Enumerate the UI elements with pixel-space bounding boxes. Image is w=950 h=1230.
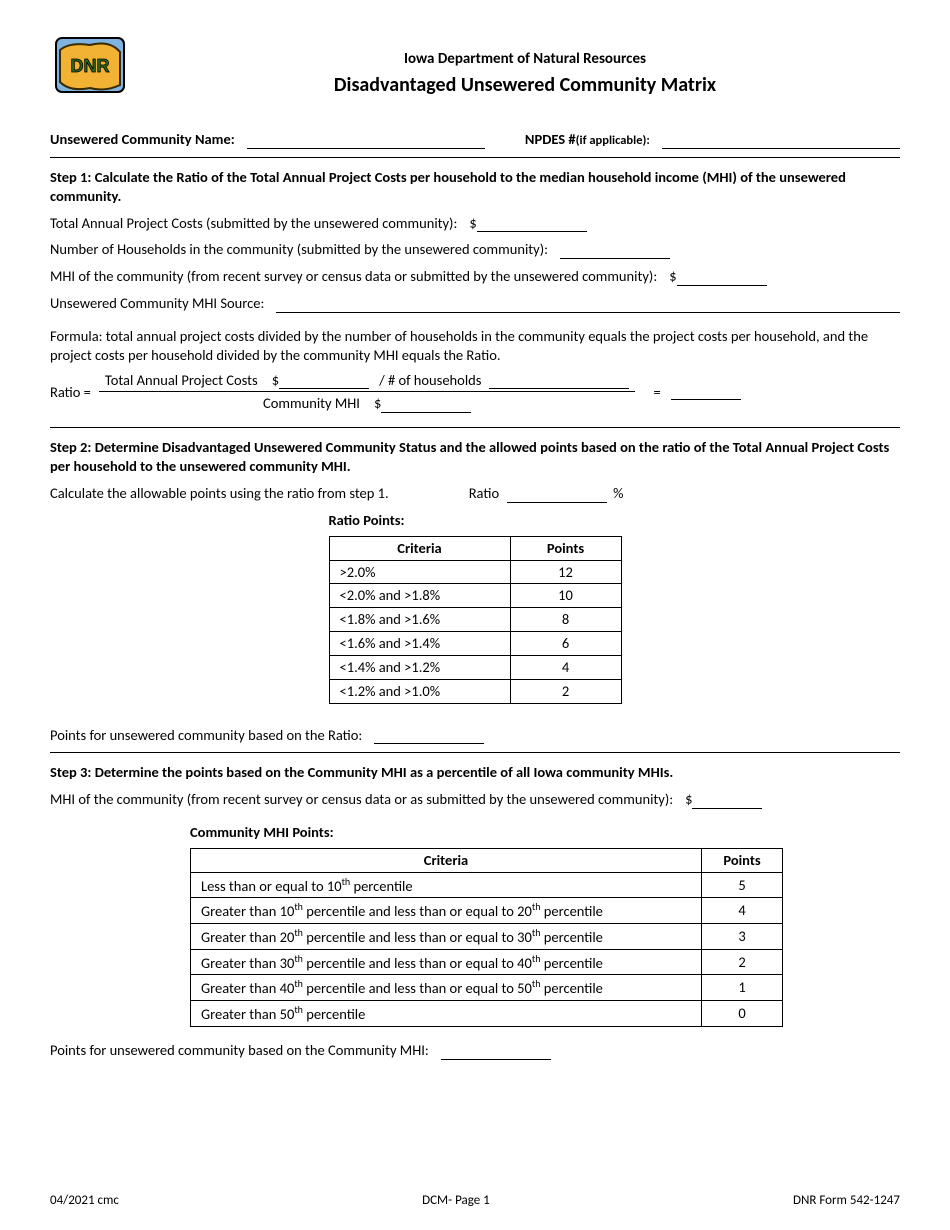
table-row: Greater than 20th percentile and less th… (191, 924, 783, 950)
households-field[interactable] (560, 242, 670, 259)
ratio-equals-label: Ratio = (50, 383, 91, 402)
step1-heading: Step 1: Calculate the Ratio of the Total… (50, 168, 900, 206)
community-name-row: Unsewered Community Name: NPDES # (if ap… (50, 130, 900, 149)
points-header: Points (510, 536, 621, 560)
mhi-field[interactable] (677, 269, 767, 286)
dollar-sign: $ (669, 267, 676, 286)
footer-right: DNR Form 542-1247 (793, 1193, 900, 1210)
npdes-note: (if applicable): (576, 133, 650, 149)
npdes-label: NPDES # (525, 130, 576, 149)
frac-households: / # of households (379, 371, 481, 390)
step2-calc-line: Calculate the allowable points using the… (50, 484, 389, 503)
npdes-field[interactable] (662, 132, 900, 149)
percent-sign: % (613, 484, 623, 503)
table-row: <2.0% and >1.8%10 (329, 584, 621, 608)
table-row: Greater than 10th percentile and less th… (191, 898, 783, 924)
mhi-points-line: Points for unsewered community based on … (50, 1041, 429, 1060)
mhi-source-label: Unsewered Community MHI Source: (50, 294, 264, 313)
ratio-points-caption: Ratio Points: (329, 511, 622, 530)
divider (50, 157, 900, 158)
divider (50, 427, 900, 428)
step3-mhi-line: MHI of the community (from recent survey… (50, 790, 673, 809)
frac-households-field[interactable] (489, 373, 629, 390)
table-row: <1.4% and >1.2%4 (329, 655, 621, 679)
tapc-label: Total Annual Project Costs (submitted by… (50, 214, 457, 233)
table-row: Greater than 50th percentile0 (191, 1001, 783, 1027)
mhi-points-field[interactable] (441, 1043, 551, 1060)
document-header: DNR Iowa Department of Natural Resources… (50, 30, 900, 100)
ratio-formula: Ratio = Total Annual Project Costs $ / #… (50, 371, 900, 414)
frac-tapc: Total Annual Project Costs (105, 371, 258, 390)
mhi-points-table: Criteria Points Less than or equal to 10… (190, 848, 783, 1027)
ratio-label: Ratio (469, 484, 499, 503)
table-row: Greater than 40th percentile and less th… (191, 975, 783, 1001)
dollar-sign: $ (685, 790, 692, 809)
step3-heading: Step 3: Determine the points based on th… (50, 763, 900, 782)
mhi-points-caption: Community MHI Points: (190, 823, 900, 842)
footer-left: 04/2021 cmc (50, 1193, 119, 1210)
step3-mhi-field[interactable] (692, 792, 762, 809)
frac-mhi-field[interactable] (381, 396, 471, 413)
ratio-points-table: Criteria Points >2.0%12 <2.0% and >1.8%1… (329, 536, 622, 704)
table-header-row: Criteria Points (329, 536, 621, 560)
footer-center: DCM- Page 1 (422, 1193, 490, 1210)
svg-text:DNR: DNR (71, 56, 110, 76)
divider (50, 752, 900, 753)
points-header: Points (702, 848, 783, 872)
households-label: Number of Households in the community (s… (50, 240, 548, 259)
mhi-label: MHI of the community (from recent survey… (50, 267, 657, 286)
table-row: <1.8% and >1.6%8 (329, 608, 621, 632)
table-row: <1.6% and >1.4%6 (329, 632, 621, 656)
dnr-logo: DNR (50, 30, 130, 100)
criteria-header: Criteria (191, 848, 702, 872)
dollar-sign: $ (374, 394, 381, 413)
table-header-row: Criteria Points (191, 848, 783, 872)
frac-tapc-field[interactable] (279, 373, 369, 390)
department-name: Iowa Department of Natural Resources (150, 50, 900, 70)
community-name-label: Unsewered Community Name: (50, 130, 235, 149)
dollar-sign: $ (469, 214, 476, 233)
tapc-field[interactable] (477, 215, 587, 232)
dollar-sign: $ (272, 371, 279, 390)
ratio-result-field[interactable] (671, 383, 741, 400)
community-name-field[interactable] (247, 132, 485, 149)
frac-mhi: Community MHI (263, 394, 360, 413)
table-row: >2.0%12 (329, 560, 621, 584)
ratio-percent-field[interactable] (507, 486, 607, 503)
equals-sign: = (653, 383, 660, 402)
table-row: Greater than 30th percentile and less th… (191, 949, 783, 975)
criteria-header: Criteria (329, 536, 510, 560)
document-title: Disadvantaged Unsewered Community Matrix (150, 72, 900, 98)
formula-description: Formula: total annual project costs divi… (50, 327, 900, 365)
mhi-source-field[interactable] (276, 296, 900, 313)
ratio-points-field[interactable] (374, 727, 484, 744)
page-footer: 04/2021 cmc DCM- Page 1 DNR Form 542-124… (50, 1193, 900, 1210)
ratio-points-line: Points for unsewered community based on … (50, 726, 362, 745)
table-row: <1.2% and >1.0%2 (329, 679, 621, 703)
step2-heading: Step 2: Determine Disadvantaged Unsewere… (50, 438, 900, 476)
table-row: Less than or equal to 10th percentile5 (191, 872, 783, 898)
